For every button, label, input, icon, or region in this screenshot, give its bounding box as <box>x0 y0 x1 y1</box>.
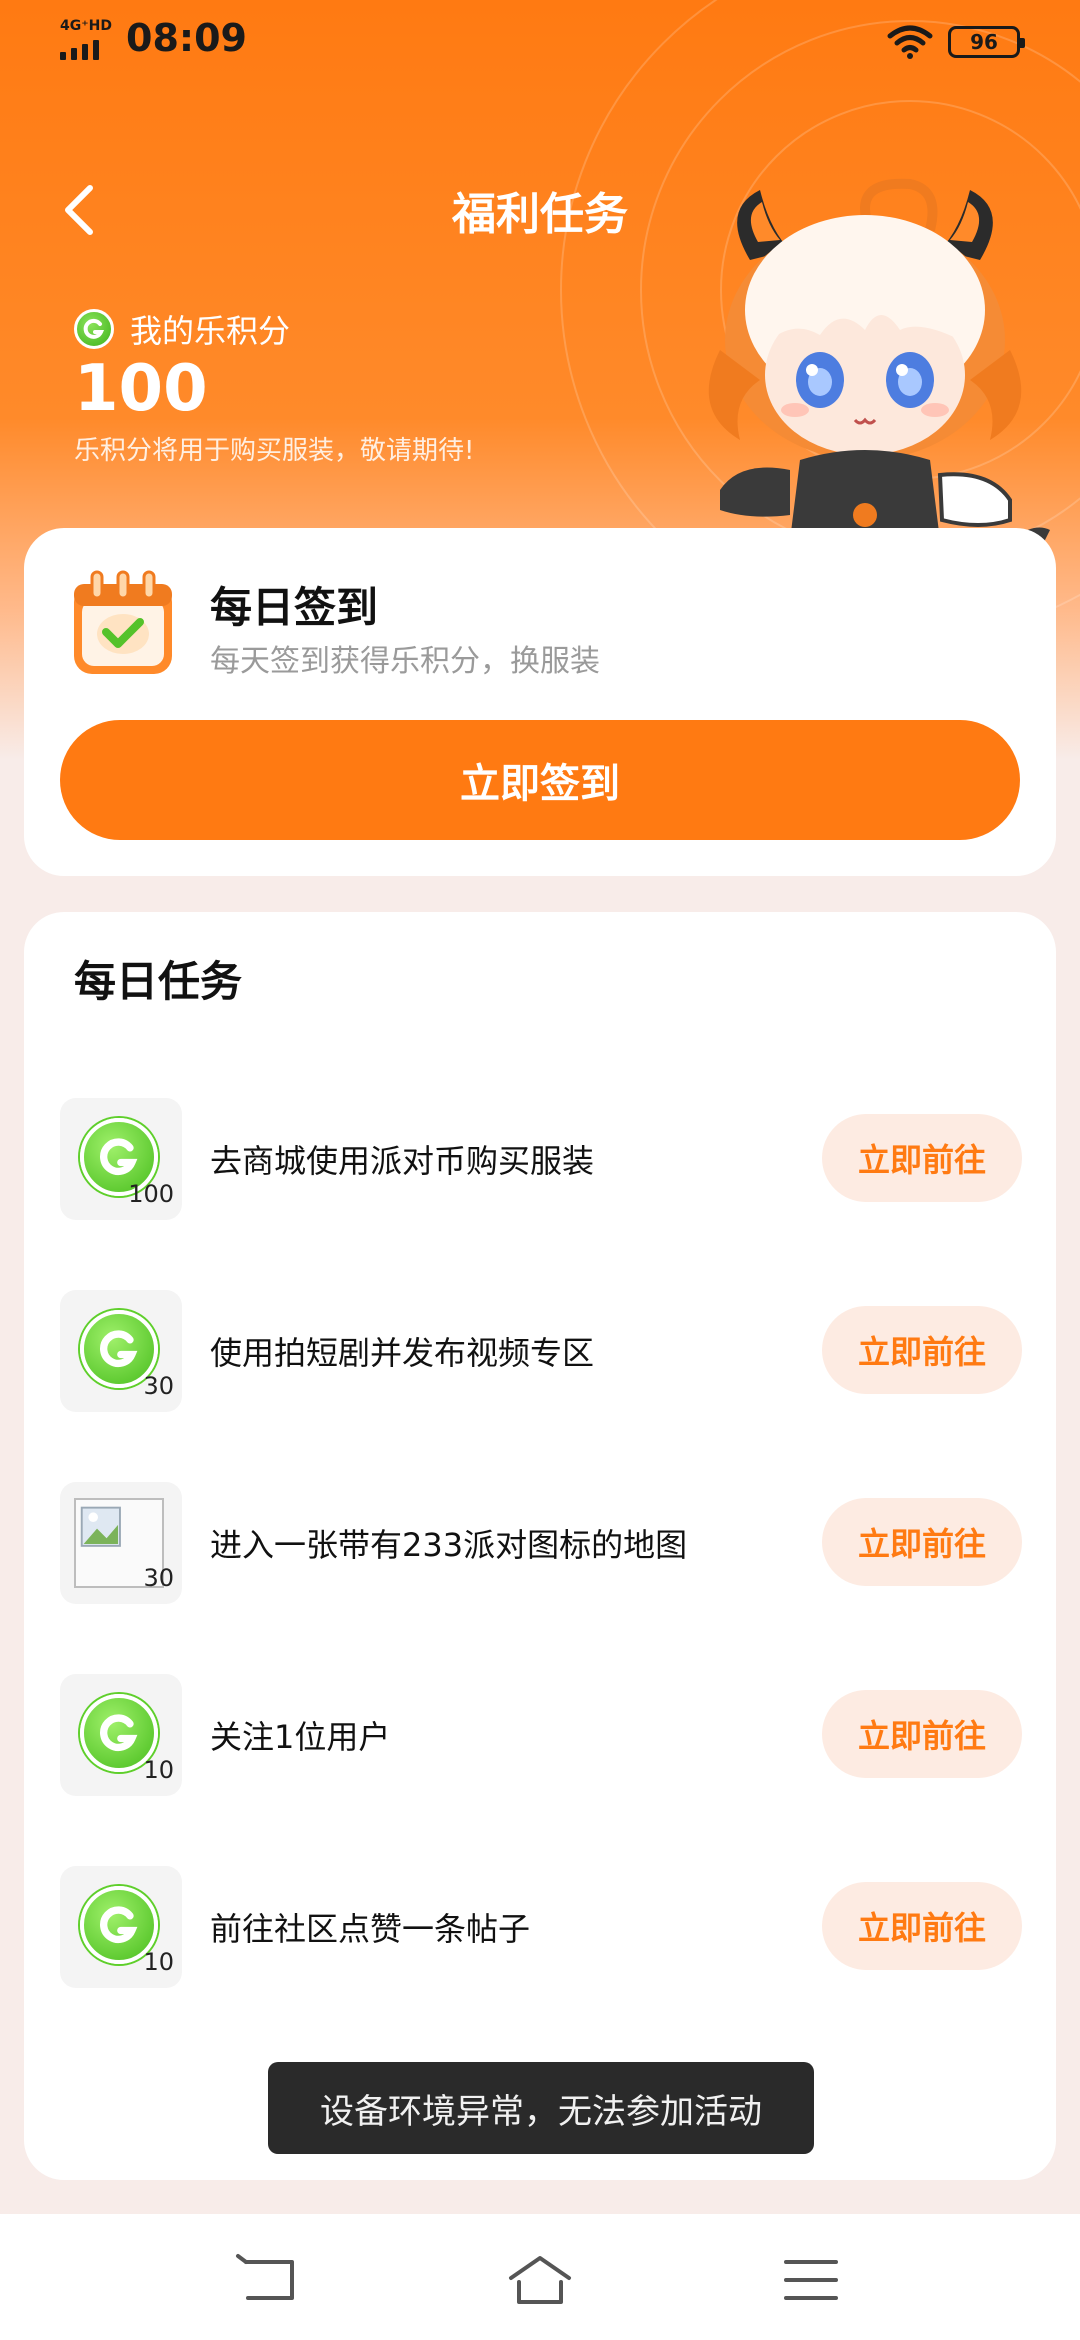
calendar-check-icon <box>74 570 172 674</box>
task-icon-box: 30 <box>60 1290 182 1412</box>
go-button[interactable]: 立即前往 <box>822 1306 1022 1394</box>
g-coin-icon <box>74 309 114 349</box>
task-icon-box: 30 <box>60 1482 182 1604</box>
status-bar: 4G⁺HD 08:09 96 <box>0 0 1080 84</box>
task-icon-box: 100 <box>60 1098 182 1220</box>
task-reward: 10 <box>143 1756 174 1784</box>
task-label: 进入一张带有233派对图标的地图 <box>210 1526 688 1564</box>
task-reward: 30 <box>143 1564 174 1592</box>
system-nav-bar <box>0 2214 1080 2340</box>
task-row: 30 使用拍短剧并发布视频专区 立即前往 <box>24 1290 1056 1414</box>
go-button[interactable]: 立即前往 <box>822 1882 1022 1970</box>
daily-tasks-title: 每日任务 <box>74 957 243 1006</box>
sign-in-card: 每日签到 每天签到获得乐积分，换服装 立即签到 <box>24 528 1056 876</box>
task-reward: 100 <box>128 1180 174 1208</box>
go-button[interactable]: 立即前往 <box>822 1690 1022 1778</box>
task-reward: 10 <box>143 1948 174 1976</box>
task-reward: 30 <box>143 1372 174 1400</box>
nav-home-icon[interactable] <box>505 2252 575 2308</box>
network-type: 4G⁺HD <box>60 18 112 34</box>
go-button[interactable]: 立即前往 <box>822 1498 1022 1586</box>
clock: 08:09 <box>126 16 247 60</box>
task-row: 100 去商城使用派对币购买服装 立即前往 <box>24 1098 1056 1222</box>
page: 4G⁺HD 08:09 96 福利任务 我的乐积分 100 乐积分将用于购买服装… <box>0 0 1080 2340</box>
task-icon-box: 10 <box>60 1674 182 1796</box>
task-row: 10 前往社区点赞一条帖子 立即前往 <box>24 1866 1056 1990</box>
sign-in-subtitle: 每天签到获得乐积分，换服装 <box>210 644 600 679</box>
battery-icon: 96 <box>948 26 1025 58</box>
go-button[interactable]: 立即前往 <box>822 1114 1022 1202</box>
sign-in-title: 每日签到 <box>210 583 379 632</box>
task-label: 前往社区点赞一条帖子 <box>210 1910 531 1948</box>
battery-level: 96 <box>970 30 998 54</box>
nav-back-icon[interactable] <box>234 2252 304 2308</box>
cell-signal-icon: 4G⁺HD <box>60 18 114 60</box>
sign-in-button[interactable]: 立即签到 <box>60 720 1020 840</box>
task-row: 30 进入一张带有233派对图标的地图 立即前往 <box>24 1482 1056 1606</box>
points-note: 乐积分将用于购买服装，敬请期待! <box>74 436 475 466</box>
task-label: 使用拍短剧并发布视频专区 <box>210 1334 595 1372</box>
wifi-icon <box>887 25 933 59</box>
task-label: 关注1位用户 <box>210 1718 391 1756</box>
task-icon-box: 10 <box>60 1866 182 1988</box>
task-label: 去商城使用派对币购买服装 <box>210 1142 595 1180</box>
toast-message: 设备环境异常，无法参加活动 <box>268 2062 814 2154</box>
task-row: 10 关注1位用户 立即前往 <box>24 1674 1056 1798</box>
points-label-row: 我的乐积分 <box>74 306 290 352</box>
points-label: 我的乐积分 <box>130 312 291 350</box>
daily-tasks-card: 每日任务 100 去商城使用派对币购买服装 立即前往 30 使用拍短剧并发布视频… <box>24 912 1056 2180</box>
mascot-illustration <box>708 178 1050 570</box>
points-value: 100 <box>74 352 208 426</box>
nav-menu-icon[interactable] <box>776 2252 846 2308</box>
